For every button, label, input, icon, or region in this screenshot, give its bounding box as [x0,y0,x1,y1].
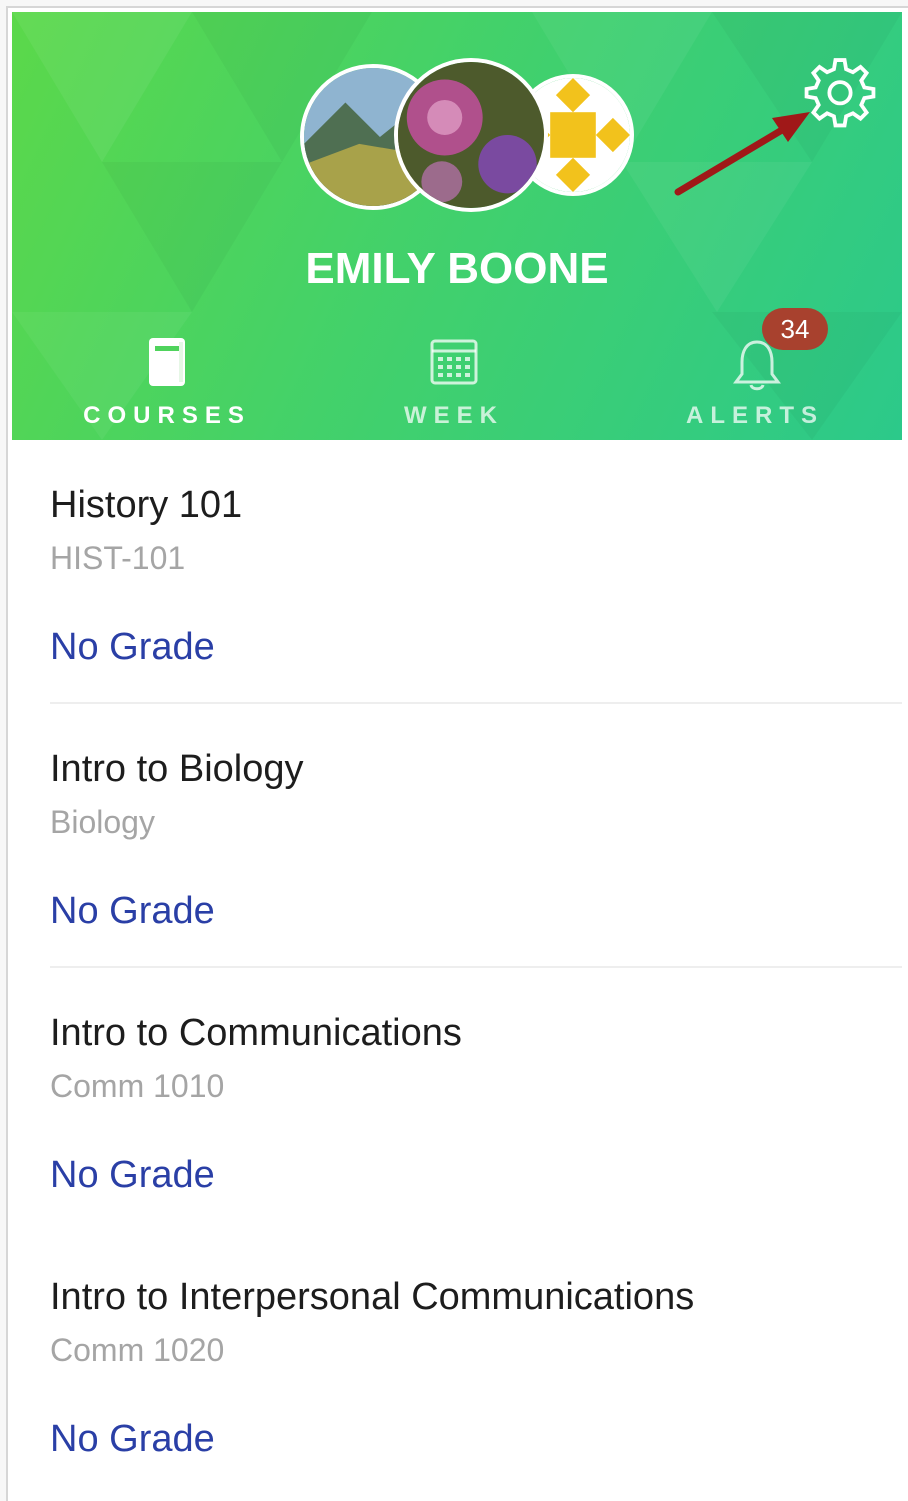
course-grade-link[interactable]: No Grade [50,1418,215,1461]
course-name: Intro to Interpersonal Communications [50,1276,695,1318]
course-name: Intro to Communications [50,1012,462,1054]
course-grade-link[interactable]: No Grade [50,626,215,669]
tab-alerts[interactable]: ALERTS [630,322,880,440]
course-card[interactable]: Intro to Interpersonal Communications Co… [12,1232,902,1496]
course-code: Comm 1010 [50,1068,225,1104]
course-code: Biology [50,804,155,840]
tab-courses[interactable]: COURSES [42,322,292,440]
course-avatar-stack [300,58,634,218]
course-card[interactable]: Intro to Communications Comm 1010 No Gra… [12,968,902,1232]
course-list: History 101 HIST-101 No Grade Intro to B… [12,440,902,1496]
calendar-icon [430,339,478,385]
course-code: Comm 1020 [50,1332,225,1368]
course-name: History 101 [50,484,243,526]
course-card[interactable]: History 101 HIST-101 No Grade [12,440,902,704]
course-grade-link[interactable]: No Grade [50,1154,215,1197]
tab-courses-label: COURSES [83,402,251,429]
course-name: Intro to Biology [50,748,304,790]
course-card[interactable]: Intro to Biology Biology No Grade [12,704,902,968]
tab-alerts-label: ALERTS [686,402,824,429]
course-code: HIST-101 [50,540,186,576]
tab-week[interactable]: WEEK [329,322,579,440]
user-name: EMILY BOONE [305,244,609,293]
flower-avatar [394,58,548,212]
alerts-count-badge: 34 [762,308,828,350]
course-grade-link[interactable]: No Grade [50,890,215,933]
profile-header: EMILY BOONE COURSES WEEK ALERTS 34 [12,12,902,440]
book-icon [149,338,185,386]
tab-week-label: WEEK [404,402,504,429]
annotation-arrow-icon [674,112,810,196]
